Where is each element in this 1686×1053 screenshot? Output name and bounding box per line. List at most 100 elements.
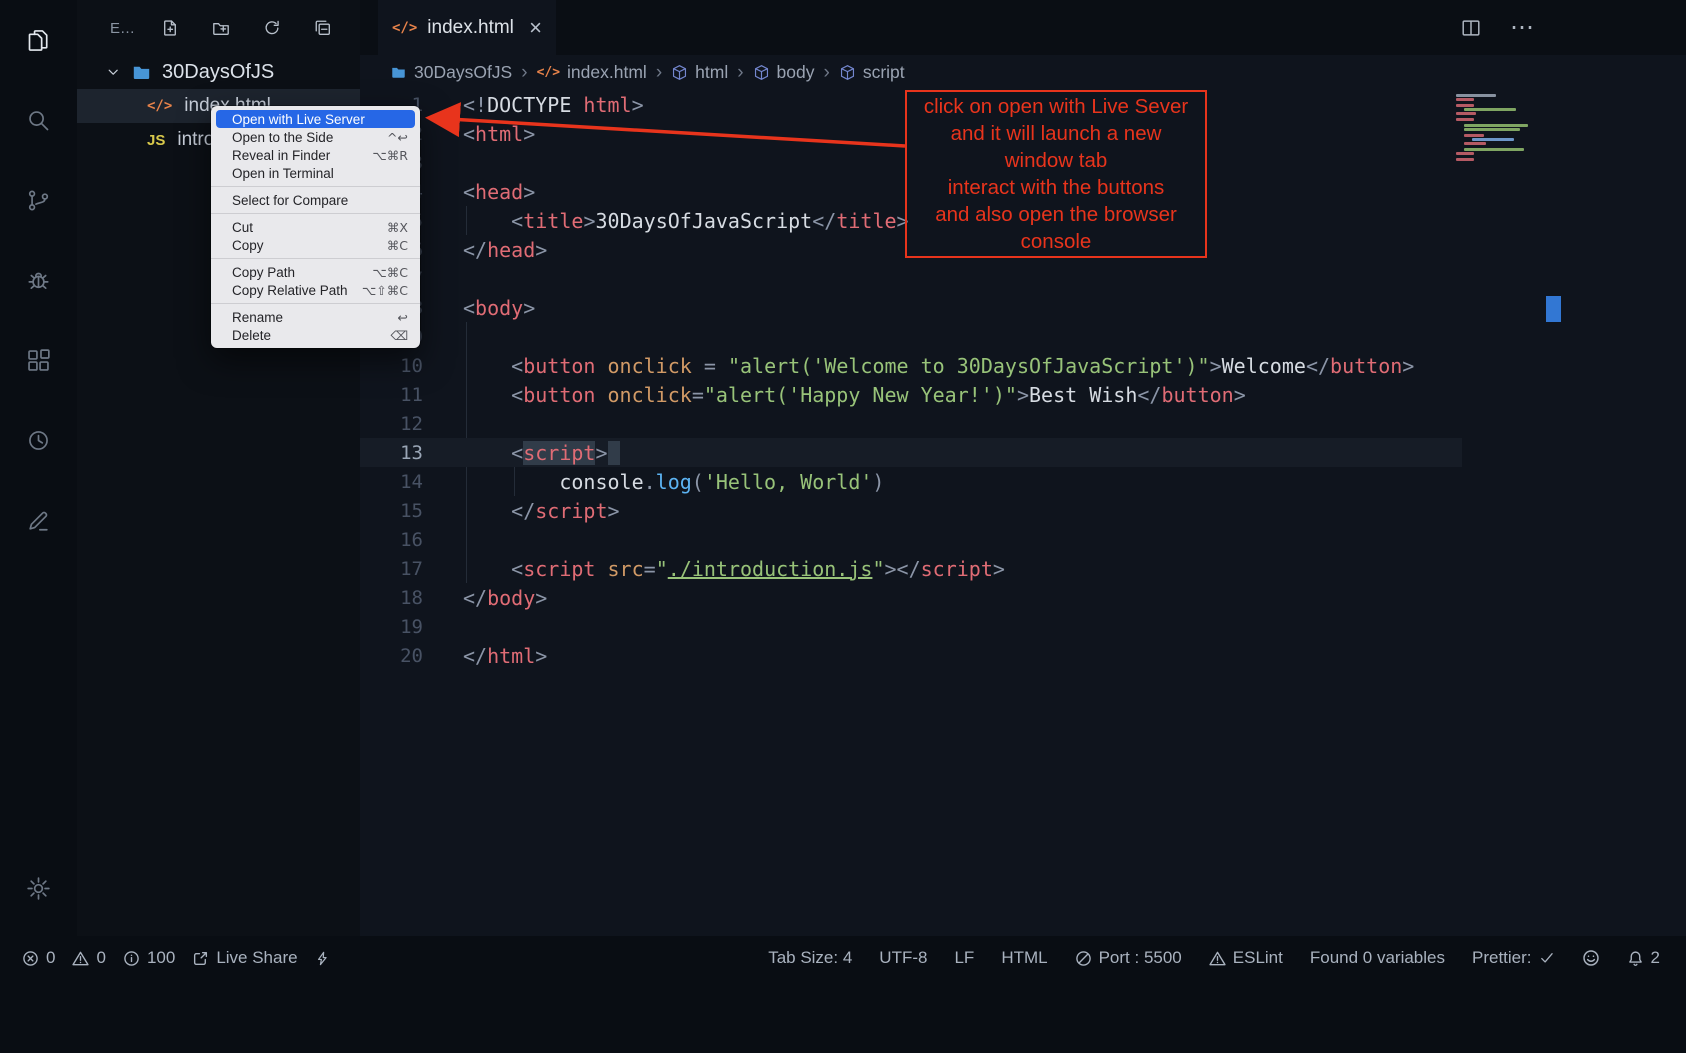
line-number: 15	[360, 500, 423, 522]
menu-item-copy[interactable]: Copy⌘C	[211, 236, 420, 254]
code-line-13[interactable]: 13 <script>	[360, 438, 1462, 467]
source-control-icon[interactable]	[13, 174, 65, 226]
html-file-icon: </>	[147, 98, 172, 114]
menu-item-delete[interactable]: Delete⌫	[211, 326, 420, 344]
menu-item-open-in-terminal[interactable]: Open in Terminal	[211, 164, 420, 182]
code-line-18[interactable]: 18</body>	[360, 583, 1462, 612]
search-icon[interactable]	[13, 94, 65, 146]
explorer-icon[interactable]	[13, 14, 65, 66]
minimap-line	[1464, 124, 1528, 127]
menu-separator	[211, 303, 420, 304]
breadcrumb-item-script[interactable]: script	[839, 62, 905, 83]
line-number: 14	[360, 471, 423, 493]
status-bar: 00 100 Live Share Tab Size: 4 UTF-8 LF HTML Po…	[0, 936, 1686, 980]
menu-item-copy-path[interactable]: Copy Path⌥⌘C	[211, 263, 420, 281]
status-100[interactable]: 100	[123, 948, 175, 968]
status-prettier[interactable]: Prettier:	[1472, 948, 1555, 968]
scroll-decoration	[1546, 296, 1561, 322]
explorer-title: E…	[110, 20, 135, 37]
status-html[interactable]: HTML	[1001, 948, 1047, 968]
chevron-down-icon	[105, 64, 122, 81]
menu-item-open-to-the-side[interactable]: Open to the Side^↩	[211, 128, 420, 146]
code-line-7[interactable]: 7	[360, 264, 1462, 293]
live-share-icon	[192, 950, 209, 967]
line-number: 13	[360, 442, 423, 464]
js-file-icon: JS	[147, 132, 165, 149]
breadcrumb-item-file[interactable]: </> index.html	[537, 62, 647, 83]
status-utf-8[interactable]: UTF-8	[879, 948, 927, 968]
status-tab-size-4[interactable]: Tab Size: 4	[768, 948, 852, 968]
status-lightning-icon[interactable]	[315, 950, 330, 967]
vscode-window: E… 30DaysOfJS </> index.html JS introduc…	[0, 0, 1686, 1053]
minimap-line	[1464, 128, 1520, 131]
menu-item-cut[interactable]: Cut⌘X	[211, 218, 420, 236]
code-line-15[interactable]: 15 </script>	[360, 496, 1462, 525]
more-actions-icon[interactable]: ⋯	[1510, 13, 1535, 42]
history-clock-icon[interactable]	[13, 414, 65, 466]
status-live-share[interactable]: Live Share	[192, 948, 297, 968]
line-number: 16	[360, 529, 423, 551]
code-line-19[interactable]: 19	[360, 612, 1462, 641]
code-line-8[interactable]: 8<body>	[360, 293, 1462, 322]
html-file-icon: </>	[537, 65, 560, 80]
menu-item-reveal-in-finder[interactable]: Reveal in Finder⌥⌘R	[211, 146, 420, 164]
project-root-row[interactable]: 30DaysOfJS	[77, 55, 360, 89]
tab-index-html[interactable]: </> index.html ×	[378, 0, 556, 55]
code-line-12[interactable]: 12	[360, 409, 1462, 438]
menu-item-open-with-live-server[interactable]: Open with Live Server	[216, 110, 415, 128]
line-number: 19	[360, 616, 423, 638]
new-file-icon[interactable]	[161, 19, 179, 37]
status-0[interactable]: 0	[72, 948, 105, 968]
status-lf[interactable]: LF	[954, 948, 974, 968]
minimap-line	[1464, 148, 1524, 151]
minimap[interactable]	[1454, 92, 1542, 242]
chevron-right-icon: ›	[521, 62, 527, 84]
error-icon	[22, 950, 39, 967]
menu-item-select-for-compare[interactable]: Select for Compare	[211, 191, 420, 209]
code-line-9[interactable]: 9	[360, 322, 1462, 351]
breadcrumb-item-html[interactable]: html	[671, 62, 728, 83]
symbol-cube-icon	[839, 64, 856, 81]
minimap-line	[1456, 118, 1474, 121]
status-2[interactable]: 2	[1627, 948, 1660, 968]
symbol-cube-icon	[753, 64, 770, 81]
chevron-right-icon: ›	[656, 62, 662, 84]
breadcrumb-item-folder[interactable]: 30DaysOfJS	[390, 62, 512, 83]
code-line-10[interactable]: 10 <button onclick = "alert('Welcome to …	[360, 351, 1462, 380]
menu-item-copy-relative-path[interactable]: Copy Relative Path⌥⇧⌘C	[211, 281, 420, 299]
code-line-14[interactable]: 14 console.log('Hello, World')	[360, 467, 1462, 496]
status-0[interactable]: 0	[22, 948, 55, 968]
line-number: 18	[360, 587, 423, 609]
minimap-line	[1456, 158, 1474, 161]
code-line-11[interactable]: 11 <button onclick="alert('Happy New Yea…	[360, 380, 1462, 409]
debug-icon[interactable]	[13, 254, 65, 306]
code-line-16[interactable]: 16	[360, 525, 1462, 554]
warning-icon	[1209, 950, 1226, 967]
line-number: 12	[360, 413, 423, 435]
status-found-0-variables[interactable]: Found 0 variables	[1310, 948, 1445, 968]
code-line-17[interactable]: 17 <script src="./introduction.js"></scr…	[360, 554, 1462, 583]
status-smiley-icon[interactable]	[1582, 949, 1600, 967]
settings-gear-icon[interactable]	[13, 862, 65, 914]
collapse-all-icon[interactable]	[314, 19, 332, 37]
menu-separator	[211, 258, 420, 259]
extensions-icon[interactable]	[13, 334, 65, 386]
status-eslint[interactable]: ESLint	[1209, 948, 1283, 968]
code-line-20[interactable]: 20</html>	[360, 641, 1462, 670]
html-file-icon: </>	[392, 20, 417, 36]
menu-item-rename[interactable]: Rename↩	[211, 308, 420, 326]
status-port-5500[interactable]: Port : 5500	[1075, 948, 1182, 968]
minimap-line	[1464, 142, 1486, 145]
pen-extension-icon[interactable]	[13, 494, 65, 546]
new-folder-icon[interactable]	[212, 19, 230, 37]
smiley-icon	[1582, 949, 1600, 967]
breadcrumb-item-body[interactable]: body	[753, 62, 815, 83]
folder-icon	[131, 62, 152, 83]
folder-icon	[390, 64, 407, 81]
refresh-icon[interactable]	[263, 19, 281, 37]
close-tab-icon[interactable]: ×	[529, 17, 542, 39]
split-editor-icon[interactable]	[1460, 17, 1482, 39]
minimap-line	[1456, 104, 1474, 107]
bell-icon	[1627, 950, 1644, 967]
tab-title: index.html	[427, 17, 514, 39]
